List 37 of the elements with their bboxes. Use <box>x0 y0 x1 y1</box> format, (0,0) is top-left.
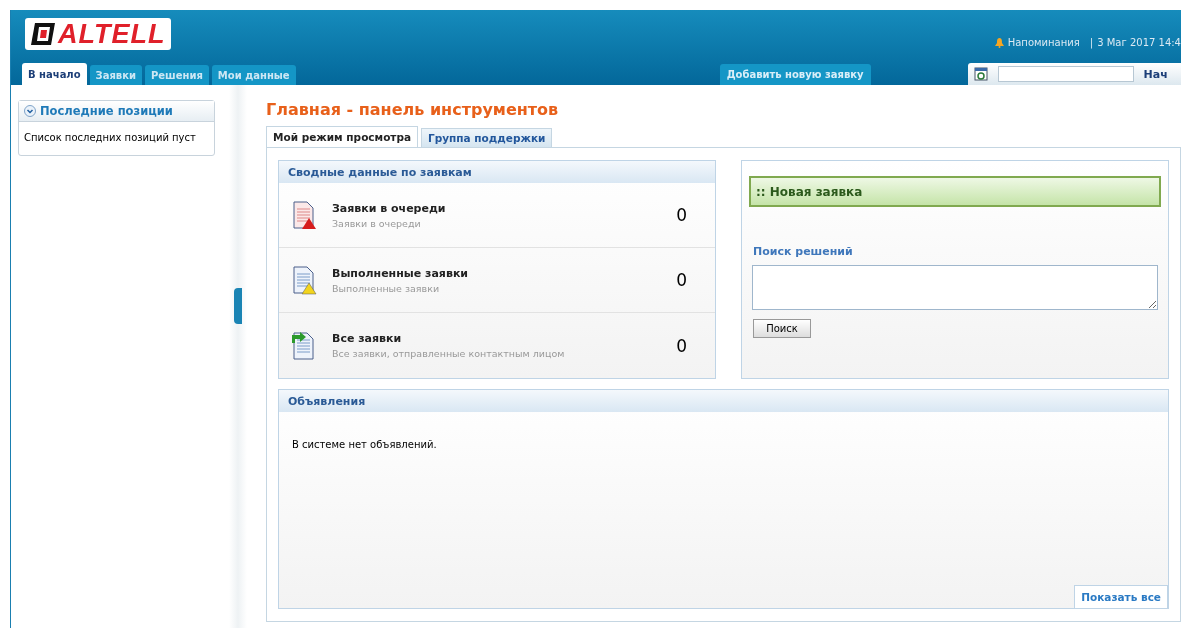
nav-tab[interactable]: В начало <box>22 63 87 85</box>
solutions-search-field[interactable] <box>752 265 1158 310</box>
logo-icon <box>31 23 55 45</box>
bell-icon <box>994 37 1004 48</box>
search-label: Поиск решений <box>753 245 854 258</box>
document-arrow-icon <box>291 330 317 361</box>
row-subtitle: Выполненные заявки <box>332 282 441 294</box>
new-request-link[interactable]: :: Новая заявка <box>749 176 1161 207</box>
row-count: 0 <box>676 335 687 356</box>
search-button[interactable]: Поиск <box>753 319 811 338</box>
sidebar-title: Последние позиции <box>40 104 173 118</box>
show-all-button[interactable]: Показать все <box>1074 585 1168 608</box>
row-title[interactable]: Все заявки <box>332 332 677 345</box>
search-go-link[interactable]: Нач <box>1143 67 1168 81</box>
announcements-text: В системе нет объявлений. <box>291 438 438 452</box>
summary-title: Сводные данные по заявкам <box>279 161 715 183</box>
date-time: 3 Маг 2017 14:4 <box>1097 37 1181 48</box>
announcements-title: Объявления <box>279 390 1168 412</box>
logo-text: ALTELL <box>58 20 166 48</box>
page-title: Главная - панель инструментов <box>266 100 560 119</box>
search-field[interactable] <box>997 66 1134 82</box>
document-warning-icon <box>291 265 317 295</box>
collapse-handle[interactable] <box>234 288 242 324</box>
reminders-link[interactable]: Напоминания <box>1007 37 1080 48</box>
row-subtitle: Заявки в очереди <box>332 217 422 229</box>
view-tab[interactable]: Мой режим просмотра <box>266 126 419 147</box>
row-subtitle: Все заявки, отправленные контактным лицом <box>332 348 566 359</box>
row-count: 0 <box>676 205 687 225</box>
row-title[interactable]: Выполненные заявки <box>332 266 677 280</box>
search-icon[interactable] <box>973 67 988 81</box>
sidebar-text: Список последних позиций пуст <box>23 131 197 145</box>
separator: | <box>1089 37 1094 48</box>
row-count: 0 <box>676 270 687 290</box>
document-warning-icon <box>291 200 317 230</box>
view-tab[interactable]: Группа поддержки <box>421 128 553 147</box>
chevron-down-icon[interactable] <box>24 105 36 117</box>
row-title[interactable]: Заявки в очереди <box>332 201 677 215</box>
